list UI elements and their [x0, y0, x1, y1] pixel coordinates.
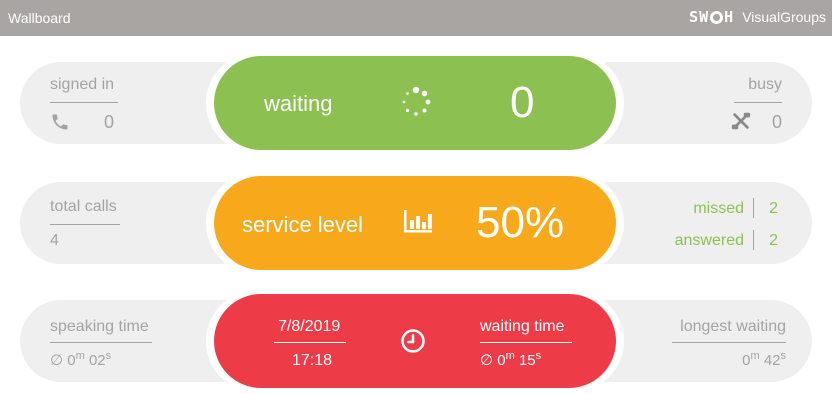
busy-label: busy — [748, 76, 782, 93]
speaking-time-label: speaking time — [50, 318, 149, 335]
brand-name: VisualGroups — [742, 9, 826, 25]
current-time: 17:18 — [292, 352, 333, 369]
speaking-time-value: ∅ 0m 02s — [50, 350, 112, 369]
waiting-pill: waiting 0 — [214, 56, 616, 150]
bar-chart-icon — [404, 210, 432, 233]
row-waiting: signed in 0 waiting 0 busy 0 — [20, 52, 812, 154]
brand: SW H VisualGroups — [689, 8, 826, 26]
row-times: speaking time ∅ 0m 02s 7/8/2019 17:18 wa… — [20, 290, 812, 392]
clock-icon — [401, 329, 425, 353]
current-date: 7/8/2019 — [278, 318, 341, 335]
waiting-time-label: waiting time — [480, 318, 565, 335]
spinner-icon — [402, 86, 431, 116]
signed-in-value: 0 — [104, 112, 115, 132]
signed-in-label: signed in — [50, 76, 115, 93]
missed-value: 2 — [769, 200, 778, 217]
brand-logo: SW H — [689, 8, 735, 26]
answered-value: 2 — [769, 232, 778, 249]
service-level-pill: service level 50% — [214, 176, 616, 270]
longest-waiting-value: 0m 42s — [742, 350, 786, 369]
busy-value: 0 — [771, 112, 782, 132]
time-pill: 7/8/2019 17:18 waiting time ∅ 0m 15s — [214, 294, 616, 388]
service-level-label: service level — [242, 212, 364, 237]
waiting-time-value: ∅ 0m 15s — [480, 350, 542, 369]
header-bar: Wallboard SW H VisualGroups — [0, 0, 832, 36]
total-calls-label: total calls — [50, 198, 117, 215]
phone-busy-icon — [731, 112, 751, 130]
app-title: Wallboard — [8, 10, 71, 26]
total-calls-value: 4 — [50, 232, 59, 249]
missed-label: missed — [693, 200, 744, 217]
answered-label: answered — [674, 232, 744, 249]
waiting-label: waiting — [264, 91, 333, 116]
waiting-count: 0 — [510, 78, 535, 127]
phone-icon — [52, 114, 68, 130]
service-level-value: 50% — [476, 198, 565, 247]
longest-waiting-label: longest waiting — [680, 318, 786, 335]
row-service-level: total calls 4 service level 50% missed 2… — [20, 172, 812, 274]
